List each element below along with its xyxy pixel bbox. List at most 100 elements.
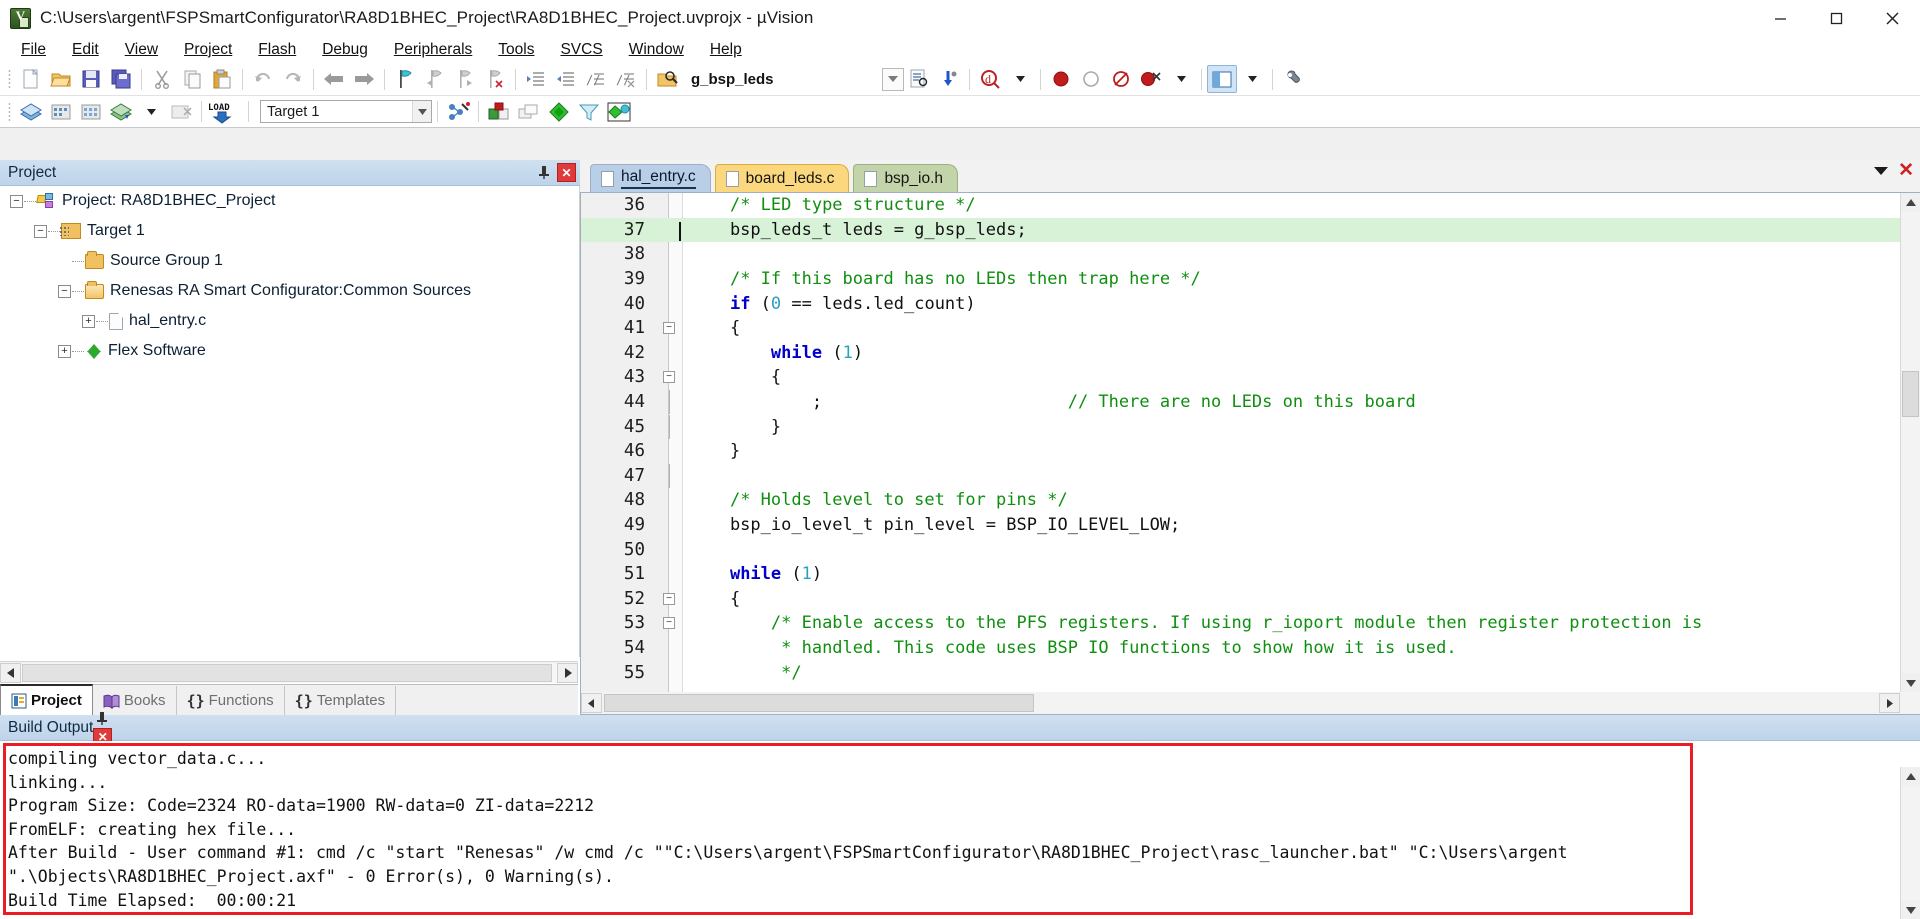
open-file-icon[interactable] <box>46 65 76 93</box>
maximize-button[interactable] <box>1808 0 1864 36</box>
code-lines[interactable]: 36 /* LED type structure */37 bsp_leds_t… <box>581 193 1900 692</box>
search-box[interactable]: g_bsp_leds <box>686 67 878 91</box>
code-line[interactable]: 55 */ <box>581 660 1900 685</box>
find-in-files-icon[interactable] <box>652 65 682 93</box>
project-tree-horizontal-scrollbar[interactable] <box>0 661 578 683</box>
save-all-icon[interactable] <box>106 65 136 93</box>
filter-icon[interactable] <box>574 98 604 126</box>
fold-marker[interactable]: − <box>655 617 683 630</box>
code-text[interactable]: /* Holds level to set for pins */ <box>683 490 1900 510</box>
code-text[interactable]: while (1) <box>683 343 1900 363</box>
target-selector[interactable]: Target 1 <box>260 100 432 123</box>
scroll-right-icon[interactable] <box>557 662 578 683</box>
editor-vertical-scrollbar[interactable] <box>1900 193 1920 692</box>
scroll-left-icon[interactable] <box>581 693 602 713</box>
code-line[interactable]: 48 /* Holds level to set for pins */ <box>581 488 1900 513</box>
expander-collapse-icon[interactable]: − <box>10 194 23 208</box>
build-output-body[interactable]: compiling vector_data.c... linking... Prog… <box>0 741 1920 919</box>
code-line[interactable]: 52 − { <box>581 587 1900 612</box>
breakpoint-insert-icon[interactable] <box>1046 65 1076 93</box>
configuration-wizard-icon[interactable] <box>1278 65 1308 93</box>
translate-file-icon[interactable] <box>16 98 46 126</box>
breakpoint-disable-all-icon[interactable] <box>1106 65 1136 93</box>
bookmark-jump-icon[interactable] <box>934 65 964 93</box>
navigate-back-icon[interactable] <box>319 65 349 93</box>
toolbar-grip[interactable] <box>6 68 13 90</box>
search-dropdown-button[interactable] <box>882 67 904 91</box>
stop-build-icon[interactable] <box>166 98 196 126</box>
pack-installer-icon[interactable] <box>544 98 574 126</box>
code-viewport[interactable]: 36 /* LED type structure */37 bsp_leds_t… <box>581 193 1900 692</box>
code-line[interactable]: 37 bsp_leds_t leds = g_bsp_leds; <box>581 217 1900 243</box>
code-line[interactable]: 44 ; // There are no LEDs on this board <box>581 390 1900 415</box>
batch-build-dropdown-icon[interactable] <box>136 98 166 126</box>
tab-functions[interactable]: {} Functions <box>177 686 285 715</box>
code-text[interactable]: { <box>683 367 1900 387</box>
close-button[interactable] <box>1864 0 1920 36</box>
manage-run-time-env-icon[interactable] <box>484 98 514 126</box>
indent-increase-icon[interactable] <box>521 65 551 93</box>
save-icon[interactable] <box>76 65 106 93</box>
cut-icon[interactable] <box>147 65 177 93</box>
code-line[interactable]: 38 <box>581 242 1900 267</box>
uncomment-lines-icon[interactable]: // <box>611 65 641 93</box>
code-line[interactable]: 41 − { <box>581 316 1900 341</box>
build-output-vertical-scrollbar[interactable] <box>1900 767 1920 919</box>
menu-file[interactable]: File <box>8 39 59 61</box>
expander-expand-icon[interactable]: + <box>58 344 71 358</box>
scroll-up-icon[interactable] <box>1901 193 1920 212</box>
scroll-up-icon[interactable] <box>1901 767 1920 786</box>
code-text[interactable]: while (1) <box>683 564 1900 584</box>
code-text[interactable]: * handled. This code uses BSP IO functio… <box>683 638 1900 658</box>
bookmark-toggle-icon[interactable] <box>390 65 420 93</box>
build-output-log[interactable]: compiling vector_data.c... linking... Prog… <box>8 747 1880 912</box>
target-options-icon[interactable] <box>443 98 473 126</box>
code-line[interactable]: 47 <box>581 463 1900 489</box>
project-panel-close-icon[interactable]: ✕ <box>557 163 576 182</box>
debug-query-icon[interactable]: d <box>975 65 1005 93</box>
scroll-down-icon[interactable] <box>1901 673 1920 692</box>
code-text[interactable]: if (0 == leds.led_count) <box>683 294 1900 314</box>
fold-marker[interactable]: − <box>655 322 683 335</box>
code-text[interactable]: /* LED type structure */ <box>683 195 1900 215</box>
editor-tab-bsp-io-h[interactable]: bsp_io.h <box>853 164 959 192</box>
tree-item-project[interactable]: − Project: RA8D1BHEC_Project <box>0 186 579 216</box>
code-text[interactable]: { <box>683 318 1900 338</box>
code-line[interactable]: 42 while (1) <box>581 341 1900 366</box>
fold-marker[interactable]: − <box>655 371 683 384</box>
code-line[interactable]: 43 − { <box>581 365 1900 390</box>
breakpoint-disable-icon[interactable] <box>1076 65 1106 93</box>
code-line[interactable]: 49 bsp_io_level_t pin_level = BSP_IO_LEV… <box>581 513 1900 538</box>
minimize-button[interactable] <box>1752 0 1808 36</box>
menu-peripherals[interactable]: Peripherals <box>381 39 485 61</box>
menu-help[interactable]: Help <box>697 39 755 61</box>
tab-project[interactable]: Project <box>0 684 93 715</box>
code-text[interactable]: } <box>683 441 1900 461</box>
code-text[interactable]: bsp_io_level_t pin_level = BSP_IO_LEVEL_… <box>683 515 1900 535</box>
scroll-down-icon[interactable] <box>1901 900 1920 919</box>
search-input[interactable]: g_bsp_leds <box>687 71 877 88</box>
scroll-left-icon[interactable] <box>0 662 21 683</box>
code-text[interactable]: bsp_leds_t leds = g_bsp_leds; <box>679 220 1900 241</box>
code-line[interactable]: 40 if (0 == leds.led_count) <box>581 291 1900 316</box>
code-line[interactable]: 39 /* If this board has no LEDs then tra… <box>581 267 1900 292</box>
scrollbar-thumb[interactable] <box>22 663 552 682</box>
project-tree[interactable]: − Project: RA8D1BHEC_Project − Target 1 <box>0 186 580 657</box>
tree-item-target[interactable]: − Target 1 <box>0 216 579 246</box>
expander-collapse-icon[interactable]: − <box>58 284 71 298</box>
download-icon[interactable]: LOAD <box>207 98 243 126</box>
menu-view[interactable]: View <box>112 39 171 61</box>
build-toolbar-grip[interactable] <box>6 100 13 123</box>
bookmark-clear-icon[interactable] <box>480 65 510 93</box>
editor-close-icon[interactable]: ✕ <box>1898 161 1914 180</box>
menu-project[interactable]: Project <box>171 39 245 61</box>
rebuild-all-icon[interactable] <box>76 98 106 126</box>
tab-templates[interactable]: {} Templates <box>285 686 397 715</box>
find-next-icon[interactable] <box>904 65 934 93</box>
code-text[interactable]: */ <box>683 663 1900 683</box>
batch-build-icon[interactable] <box>106 98 136 126</box>
code-line[interactable]: 36 /* LED type structure */ <box>581 193 1900 218</box>
scrollbar-thumb[interactable] <box>1902 371 1919 417</box>
tree-item-hal-entry-c[interactable]: + hal_entry.c <box>0 306 579 336</box>
bookmark-next-icon[interactable] <box>450 65 480 93</box>
